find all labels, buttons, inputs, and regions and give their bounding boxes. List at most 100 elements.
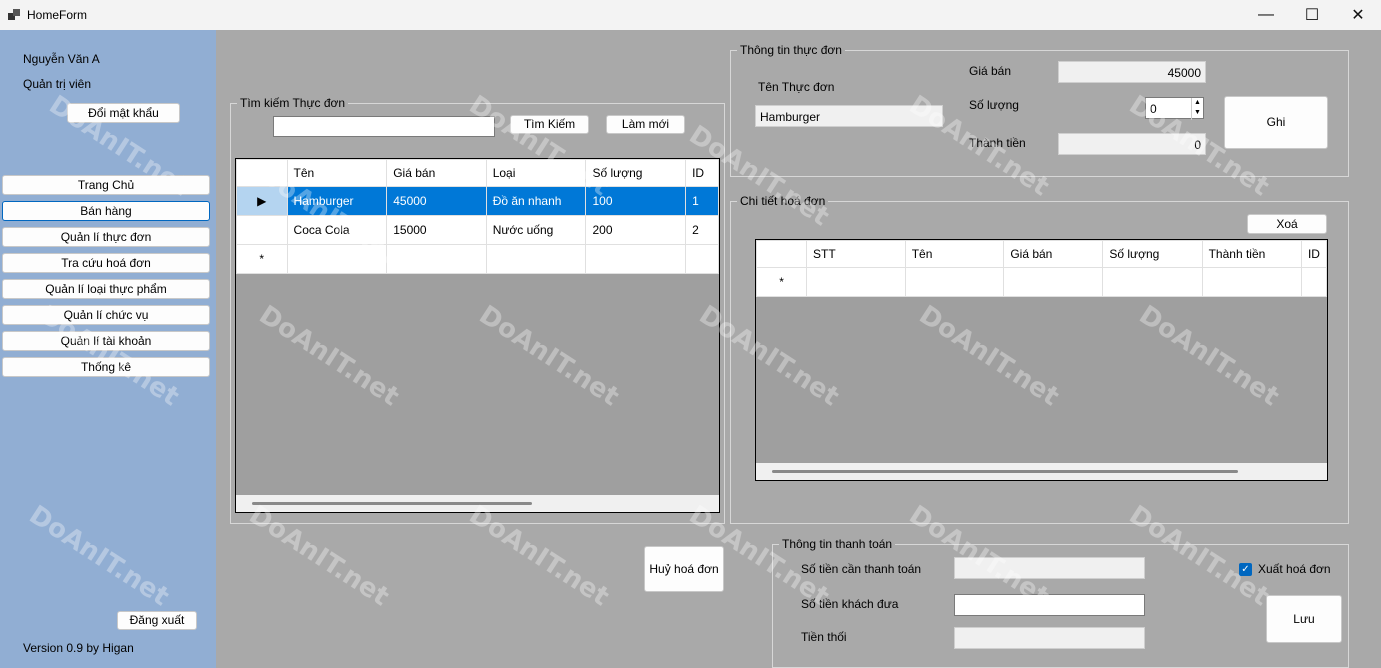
invoice-grid[interactable]: STT Tên Giá bán Số lượng Thành tiền ID *: [755, 239, 1328, 481]
menu-info-legend: Thông tin thực đơn: [737, 43, 845, 57]
current-row-indicator: ▶: [236, 186, 288, 216]
quantity-stepper[interactable]: 0 ▲ ▼: [1145, 97, 1204, 120]
row-header-corner: [236, 159, 288, 187]
table-cell[interactable]: [1102, 267, 1203, 297]
nav-menu-management[interactable]: Quản lí thực đơn: [2, 227, 210, 247]
payment-legend: Thông tin thanh toán: [779, 537, 896, 551]
horizontal-scrollbar[interactable]: [236, 495, 719, 512]
table-row[interactable]: Coca Cola 15000 Nước uống 200 2: [236, 215, 719, 245]
search-button[interactable]: Tìm Kiếm: [510, 115, 589, 134]
table-cell[interactable]: 100: [585, 186, 687, 216]
new-row[interactable]: *: [236, 244, 719, 274]
nav-sales[interactable]: Bán hàng: [2, 201, 210, 221]
table-cell[interactable]: [1201, 267, 1302, 297]
column-header[interactable]: Số lượng: [1102, 240, 1203, 268]
table-row[interactable]: ▶ Hamburger 45000 Đồ ăn nhanh 100 1: [236, 186, 719, 216]
row-header-corner: [756, 240, 808, 268]
menu-name-field[interactable]: Hamburger: [755, 105, 943, 127]
minimize-button[interactable]: —: [1243, 0, 1289, 30]
maximize-button[interactable]: ☐: [1289, 0, 1335, 30]
title-bar: HomeForm — ☐ ✕: [0, 0, 1381, 30]
nav-invoice-lookup[interactable]: Tra cứu hoá đơn: [2, 253, 210, 273]
amount-due-label: Số tiền cần thanh toán: [801, 562, 922, 576]
new-row[interactable]: *: [756, 267, 1327, 297]
column-header[interactable]: ID: [1300, 240, 1327, 268]
invoice-detail-legend: Chi tiết hoá đơn: [737, 194, 829, 208]
logout-button[interactable]: Đăng xuất: [117, 611, 197, 630]
menu-header-row: Tên Giá bán Loại Số lượng ID: [236, 159, 719, 187]
search-menu-legend: Tìm kiếm Thực đơn: [237, 96, 349, 110]
window-title: HomeForm: [27, 8, 88, 22]
menu-table: Tên Giá bán Loại Số lượng ID ▶ Hamburger…: [236, 159, 719, 274]
price-label: Giá bán: [969, 64, 1012, 78]
export-invoice-label[interactable]: Xuất hoá đơn: [1258, 562, 1331, 576]
table-cell[interactable]: 2: [685, 215, 719, 245]
horizontal-scrollbar[interactable]: [756, 463, 1327, 480]
table-cell[interactable]: 45000: [386, 186, 487, 216]
save-payment-button[interactable]: Lưu: [1266, 595, 1342, 643]
sidebar: Nguyễn Văn A Quản trị viên Đổi mật khẩu …: [0, 30, 216, 668]
cash-given-input[interactable]: [954, 594, 1145, 616]
table-cell[interactable]: [386, 244, 487, 274]
nav-food-category[interactable]: Quản lí loại thực phẩm: [2, 279, 210, 299]
column-header[interactable]: Tên: [286, 159, 388, 187]
column-header[interactable]: Tên: [904, 240, 1005, 268]
quantity-label: Số lượng: [969, 98, 1019, 112]
new-row-indicator: *: [236, 244, 288, 274]
scrollbar-thumb[interactable]: [772, 470, 1238, 473]
table-cell[interactable]: [585, 244, 687, 274]
spin-arrows-icon[interactable]: ▲ ▼: [1191, 98, 1203, 120]
table-cell[interactable]: [286, 244, 388, 274]
nav-accounts[interactable]: Quản lí tài khoản: [2, 331, 210, 351]
change-field[interactable]: [954, 627, 1145, 649]
table-cell[interactable]: [1003, 267, 1104, 297]
table-cell[interactable]: [685, 244, 719, 274]
total-label: Thành tiền: [969, 136, 1026, 150]
delete-item-button[interactable]: Xoá: [1247, 214, 1327, 234]
main-area: Tìm kiếm Thực đơn Tìm Kiếm Làm mới Tên G…: [216, 30, 1381, 668]
total-field[interactable]: 0: [1058, 133, 1206, 155]
checkmark-icon[interactable]: ✓: [1239, 563, 1252, 576]
invoice-header-row: STT Tên Giá bán Số lượng Thành tiền ID: [756, 240, 1327, 268]
table-cell[interactable]: Hamburger: [286, 186, 388, 216]
close-button[interactable]: ✕: [1335, 0, 1381, 30]
app-icon: [8, 9, 20, 21]
price-field[interactable]: 45000: [1058, 61, 1206, 83]
column-header[interactable]: Giá bán: [1003, 240, 1104, 268]
column-header[interactable]: Số lượng: [585, 159, 687, 187]
menu-grid[interactable]: Tên Giá bán Loại Số lượng ID ▶ Hamburger…: [235, 158, 720, 513]
menu-name-label: Tên Thực đơn: [758, 80, 835, 94]
row-header: [236, 215, 288, 245]
nav-positions[interactable]: Quản lí chức vụ: [2, 305, 210, 325]
table-cell[interactable]: Đồ ăn nhanh: [485, 186, 587, 216]
table-cell[interactable]: Nước uống: [485, 215, 587, 245]
nav-statistics[interactable]: Thống kê: [2, 357, 210, 377]
column-header[interactable]: Thành tiền: [1201, 240, 1302, 268]
column-header[interactable]: ID: [685, 159, 719, 187]
invoice-table: STT Tên Giá bán Số lượng Thành tiền ID *: [756, 240, 1327, 297]
table-cell[interactable]: Coca Cola: [286, 215, 388, 245]
table-cell[interactable]: 15000: [386, 215, 487, 245]
column-header[interactable]: Giá bán: [386, 159, 487, 187]
user-name: Nguyễn Văn A: [23, 52, 100, 66]
table-cell[interactable]: [904, 267, 1005, 297]
user-role: Quản trị viên: [23, 77, 92, 91]
cancel-invoice-button[interactable]: Huỷ hoá đơn: [644, 546, 724, 592]
table-cell[interactable]: [806, 267, 906, 297]
table-cell[interactable]: [1300, 267, 1327, 297]
record-button[interactable]: Ghi: [1224, 96, 1328, 149]
table-cell[interactable]: 1: [685, 186, 719, 216]
search-input[interactable]: [273, 116, 495, 137]
table-cell[interactable]: [485, 244, 587, 274]
amount-due-field[interactable]: [954, 557, 1145, 579]
quantity-value: 0: [1150, 102, 1157, 116]
nav-home[interactable]: Trang Chủ: [2, 175, 210, 195]
refresh-button[interactable]: Làm mới: [606, 115, 685, 134]
change-password-button[interactable]: Đổi mật khẩu: [67, 103, 180, 123]
table-cell[interactable]: 200: [585, 215, 687, 245]
version-label: Version 0.9 by Higan: [23, 641, 134, 655]
column-header[interactable]: STT: [806, 240, 906, 268]
cash-given-label: Số tiền khách đưa: [801, 597, 899, 611]
column-header[interactable]: Loại: [485, 159, 587, 187]
scrollbar-thumb[interactable]: [252, 502, 532, 505]
